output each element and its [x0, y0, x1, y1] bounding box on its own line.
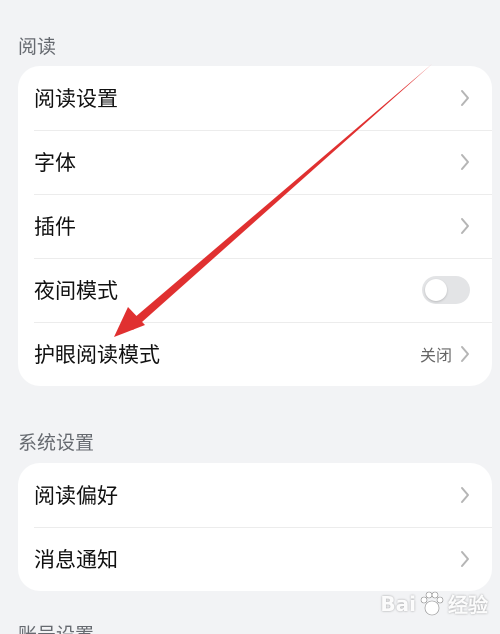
chevron-right-icon: [461, 218, 469, 234]
watermark-suffix: 经验: [448, 593, 488, 617]
row-label: 夜间模式: [34, 279, 118, 303]
row-font[interactable]: 字体: [18, 130, 492, 194]
eye-mode-status: 关闭: [419, 346, 452, 365]
row-notifications[interactable]: 消息通知: [18, 527, 492, 591]
row-plugins[interactable]: 插件: [18, 194, 492, 258]
row-night-mode: 夜间模式: [18, 258, 492, 322]
chevron-right-icon: [461, 90, 469, 106]
chevron-right-icon: [461, 346, 469, 362]
row-label: 消息通知: [34, 548, 118, 572]
toggle-knob: [425, 279, 447, 301]
section-title-account: 账号设置: [18, 620, 94, 634]
row-reading-preference[interactable]: 阅读偏好: [18, 463, 492, 527]
row-label: 字体: [34, 151, 76, 175]
row-label: 阅读设置: [34, 87, 118, 111]
baidu-jingyan-watermark: Bai 经验: [380, 589, 488, 618]
paw-logo-icon: [420, 591, 444, 615]
section-title-system: 系统设置: [18, 432, 95, 454]
row-label: 插件: [34, 215, 76, 239]
chevron-right-icon: [461, 487, 469, 503]
night-mode-toggle[interactable]: [422, 276, 470, 304]
row-reading-settings[interactable]: 阅读设置: [18, 66, 492, 130]
chevron-right-icon: [461, 551, 469, 567]
row-label: 护眼阅读模式: [34, 343, 160, 367]
system-settings-card: 阅读偏好 消息通知: [18, 463, 492, 591]
section-title-reading: 阅读: [18, 36, 57, 58]
watermark-brand: Bai: [380, 591, 416, 616]
settings-page: 阅读 阅读设置 字体 插件 夜间模式 护眼阅读模式 关闭 系统设置 阅读偏好 消…: [0, 0, 500, 634]
row-eye-protection-mode[interactable]: 护眼阅读模式 关闭: [18, 322, 492, 386]
reading-settings-card: 阅读设置 字体 插件 夜间模式 护眼阅读模式 关闭: [18, 66, 492, 386]
chevron-right-icon: [461, 154, 469, 170]
row-label: 阅读偏好: [34, 484, 118, 508]
